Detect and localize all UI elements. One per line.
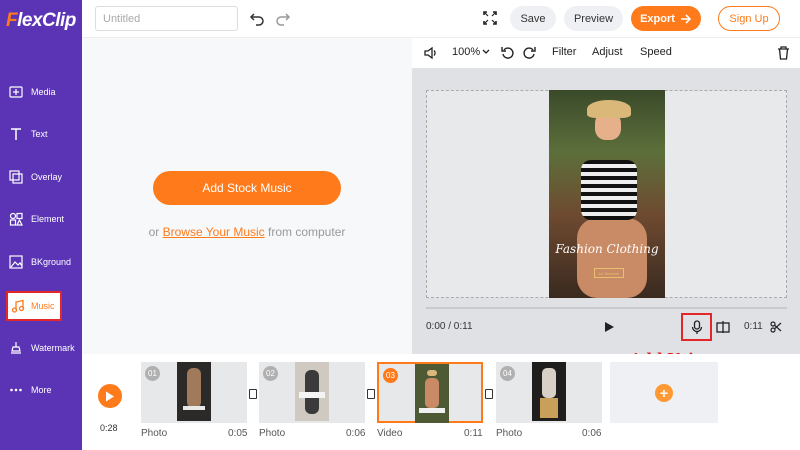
rotate-left-icon[interactable] [501,46,515,60]
rotate-right-icon[interactable] [522,46,536,60]
sidebar-item-overlay[interactable]: Overlay [0,157,82,197]
zoom-select[interactable]: 100% [452,46,490,58]
timeline-clip-selected[interactable]: 03 [377,362,483,423]
clip-number: 03 [383,368,398,383]
sidebar-item-label: Watermark [31,343,75,353]
filter-tab[interactable]: Filter [552,46,576,58]
logo: FlexClip [6,10,76,31]
sidebar-item-label: BKground [31,257,72,267]
preview-area: Fashion Clothing for Summer 0:00 / 0:11 … [412,68,800,354]
timeline-clip[interactable]: 02 [259,362,365,423]
sidebar-item-background[interactable]: BKground [0,242,82,282]
sidebar-item-more[interactable]: More [0,370,82,410]
microphone-icon [691,319,702,334]
clip-thumbnail [177,362,211,421]
play-icon [106,391,114,401]
element-icon [9,212,23,226]
transition-icon[interactable] [485,389,493,399]
preview-toolbar: 100% Filter Adjust Speed [412,38,800,68]
more-icon [10,388,22,392]
preview-subcaption: for Summer [594,268,624,278]
split-icon[interactable] [716,320,730,334]
timeline: 0:28 01 Photo 0:05 02 Photo 0:06 03 Vide… [82,354,800,450]
sidebar-item-music[interactable]: Music [6,291,62,321]
volume-icon[interactable] [424,47,438,59]
clip-type: Photo [259,428,286,439]
clip-thumbnail [415,364,449,423]
clip-time: 0:11 [744,321,763,332]
preview-button[interactable]: Preview [564,6,623,31]
chevron-down-icon [482,49,490,54]
timeline-clip[interactable]: 04 [496,362,602,423]
clip-type: Photo [496,428,523,439]
browse-music-line: or Browse Your Music from computer [82,225,412,239]
timeline-clip[interactable]: 01 [141,362,247,423]
clip-duration: 0:05 [228,428,248,439]
scissors-icon[interactable] [770,321,782,333]
clip-thumbnail [295,362,329,421]
arrow-right-icon [680,13,692,24]
sidebar-item-media[interactable]: Media [0,72,82,112]
total-duration: 0:28 [100,423,118,433]
project-title-input[interactable] [95,6,238,31]
export-label: Export [640,12,675,25]
fullscreen-icon[interactable] [483,11,497,25]
adjust-tab[interactable]: Adjust [592,46,623,58]
browse-prefix: or [148,225,163,239]
browse-suffix: from computer [264,225,346,239]
clip-duration: 0:06 [346,428,366,439]
play-icon[interactable] [603,321,615,333]
watermark-icon [11,342,21,354]
sidebar-item-label: Media [31,87,56,97]
preview-caption: Fashion Clothing [555,242,659,256]
speed-tab[interactable]: Speed [640,46,672,58]
preview-photo[interactable]: Fashion Clothing for Summer [549,90,665,298]
clip-type: Video [377,428,403,439]
sidebar-item-label: Text [31,129,48,139]
music-icon [11,299,25,313]
trash-icon[interactable] [777,46,790,60]
clip-number: 02 [263,366,278,381]
scrub-bar[interactable] [426,307,787,309]
plus-icon: + [655,383,673,402]
redo-icon[interactable] [275,10,291,26]
sidebar: FlexClip Media Text Overlay Element BKgr… [0,0,82,450]
clip-number: 01 [145,366,160,381]
background-icon [9,255,23,269]
sidebar-item-label: Overlay [31,172,63,182]
sign-up-button[interactable]: Sign Up [718,6,780,31]
voice-over-button[interactable] [681,313,712,341]
transition-icon[interactable] [249,389,257,399]
sidebar-item-label: More [31,385,52,395]
top-bar: Save Preview Export Sign Up [82,0,800,38]
clip-duration: 0:11 [464,428,483,439]
timeline-play-button[interactable] [98,384,122,408]
browse-your-music-link[interactable]: Browse Your Music [163,225,265,239]
current-time: 0:00 / 0:11 [426,321,473,332]
sidebar-item-label: Music [31,301,55,311]
clip-number: 04 [500,366,515,381]
sidebar-item-watermark[interactable]: Watermark [0,328,82,368]
save-button[interactable]: Save [510,6,556,31]
zoom-value: 100% [452,46,481,58]
sidebar-item-element[interactable]: Element [0,199,82,239]
export-button[interactable]: Export [631,6,701,31]
flexclip-editor: FlexClip Media Text Overlay Element BKgr… [0,0,800,450]
clip-thumbnail [532,362,566,421]
sidebar-item-text[interactable]: Text [0,114,82,154]
add-stock-music-button[interactable]: Add Stock Music [153,171,341,205]
clip-duration: 0:06 [582,428,602,439]
text-icon [11,128,21,140]
media-icon [9,86,23,98]
music-panel: Add Stock Music or Browse Your Music fro… [82,38,422,354]
overlay-icon [9,170,23,184]
transition-icon[interactable] [367,389,375,399]
clip-type: Photo [141,428,168,439]
add-clip-button[interactable]: + [610,362,718,423]
undo-icon[interactable] [249,10,265,26]
sidebar-item-label: Element [31,214,65,224]
